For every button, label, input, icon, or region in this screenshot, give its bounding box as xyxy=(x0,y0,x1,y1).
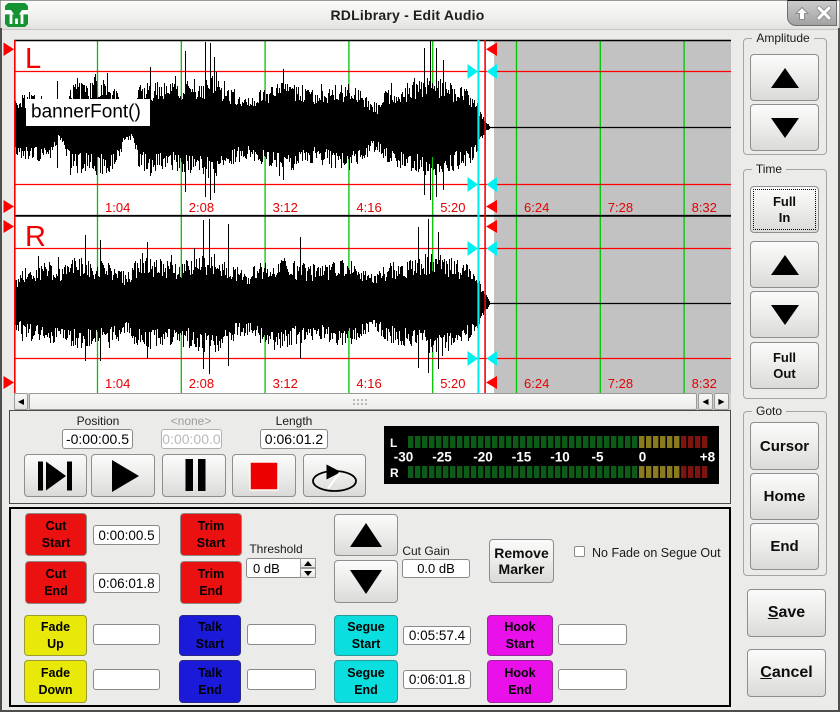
svg-text:7:28: 7:28 xyxy=(608,376,633,391)
svg-text:5:20: 5:20 xyxy=(440,200,465,215)
svg-text:+8: +8 xyxy=(700,450,716,465)
svg-text:L: L xyxy=(390,436,397,450)
svg-text:7:28: 7:28 xyxy=(608,200,633,215)
svg-text:-25: -25 xyxy=(432,450,452,465)
svg-text:8:32: 8:32 xyxy=(692,376,717,391)
svg-text:1:04: 1:04 xyxy=(105,200,130,215)
svg-text:5:20: 5:20 xyxy=(440,376,465,391)
svg-text:-5: -5 xyxy=(591,450,603,465)
svg-text:4:16: 4:16 xyxy=(356,200,381,215)
svg-text:8:32: 8:32 xyxy=(692,200,717,215)
svg-text:6:24: 6:24 xyxy=(524,376,549,391)
svg-text:R: R xyxy=(390,466,399,480)
svg-text:-20: -20 xyxy=(473,450,493,465)
svg-text:6:24: 6:24 xyxy=(524,200,549,215)
svg-text:1:04: 1:04 xyxy=(105,376,130,391)
svg-text:4:16: 4:16 xyxy=(356,376,381,391)
svg-text:-30: -30 xyxy=(394,450,414,465)
svg-text:R: R xyxy=(25,221,46,253)
svg-text:3:12: 3:12 xyxy=(273,376,298,391)
svg-text:2:08: 2:08 xyxy=(189,376,214,391)
svg-text:bannerFont(): bannerFont() xyxy=(31,102,141,123)
svg-text:2:08: 2:08 xyxy=(189,200,214,215)
svg-text:3:12: 3:12 xyxy=(273,200,298,215)
svg-text:-15: -15 xyxy=(512,450,532,465)
svg-text:0: 0 xyxy=(639,450,647,465)
svg-text:L: L xyxy=(25,43,41,75)
svg-text:-10: -10 xyxy=(550,450,570,465)
